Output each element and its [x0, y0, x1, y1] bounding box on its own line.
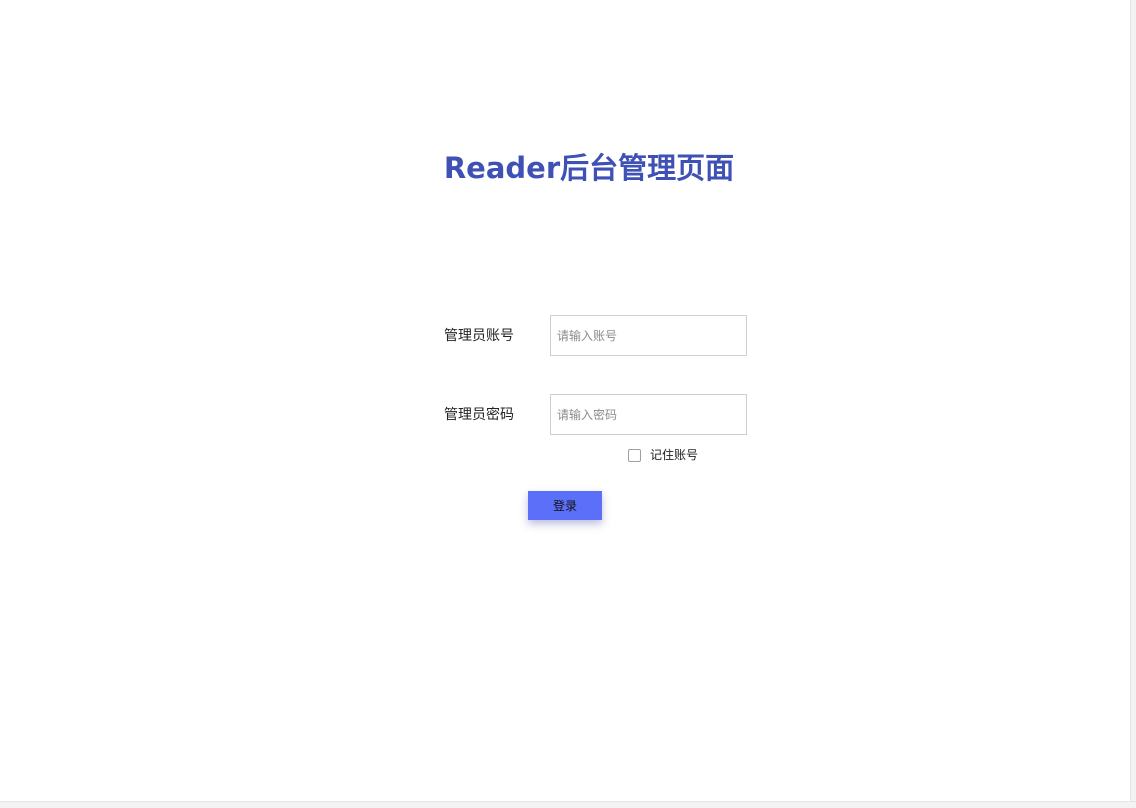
remember-account-option[interactable]: 记住账号 — [628, 447, 698, 463]
password-input[interactable] — [550, 394, 747, 435]
vertical-scrollbar[interactable] — [1130, 0, 1136, 808]
horizontal-scrollbar[interactable] — [0, 801, 1136, 808]
password-label: 管理员密码 — [444, 407, 514, 423]
remember-account-checkbox[interactable] — [628, 448, 641, 462]
account-input[interactable] — [550, 315, 747, 356]
login-button[interactable]: 登录 — [528, 491, 602, 520]
page-title: Reader后台管理页面 — [443, 151, 735, 185]
account-label: 管理员账号 — [444, 328, 514, 344]
remember-account-label[interactable]: 记住账号 — [650, 447, 698, 463]
login-page: Reader后台管理页面 管理员账号 管理员密码 记住账号 登录 — [0, 0, 1136, 808]
